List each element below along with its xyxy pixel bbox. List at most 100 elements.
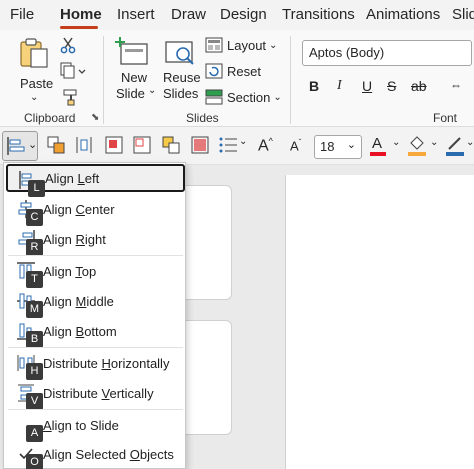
paste-button[interactable]: Paste ⌄: [14, 36, 54, 104]
slides-group-label: Slides: [186, 111, 219, 125]
copy-icon[interactable]: [60, 62, 86, 80]
section-icon: [205, 89, 223, 105]
shape-outline-icon[interactable]: [190, 135, 210, 155]
keytip-badge: R: [26, 239, 43, 256]
reset-button[interactable]: Reset: [205, 63, 261, 79]
cut-icon[interactable]: [60, 36, 76, 54]
chevron-down-icon: ⌄: [466, 137, 474, 148]
tab-file[interactable]: File: [10, 6, 34, 23]
font-color-button[interactable]: A ⌄: [370, 135, 404, 159]
italic-button[interactable]: I: [337, 78, 342, 94]
menu-item-align-right[interactable]: R Align Right: [6, 225, 185, 256]
menu-item-align-left[interactable]: L Align Left: [6, 164, 185, 197]
tab-home[interactable]: Home: [60, 6, 102, 23]
menu-item-align-top[interactable]: T Align Top: [6, 257, 185, 288]
section-label: Section: [227, 89, 271, 105]
layout-icon: [205, 37, 223, 53]
powerpoint-window: File Home Insert Draw Design Transitions…: [0, 0, 474, 469]
menu-item-label: Align Right: [43, 231, 106, 247]
group-divider: [103, 36, 104, 124]
paste-icon: [20, 38, 48, 68]
menu-item-align-to-slide[interactable]: A Align to Slide: [6, 411, 185, 442]
character-spacing-button[interactable]: ab: [411, 78, 427, 94]
format-painter-icon[interactable]: [62, 88, 80, 106]
menu-item-align-center[interactable]: C Align Center: [6, 195, 185, 226]
font-more-button[interactable]: ⇔: [450, 78, 462, 92]
strikethrough-button[interactable]: S: [387, 78, 396, 94]
menu-divider: [8, 409, 183, 410]
layout-label: Layout: [227, 37, 267, 53]
menu-item-align-selected-objects[interactable]: O Align Selected Objects: [6, 440, 185, 469]
decrease-font-size-button[interactable]: Aˇ: [290, 138, 301, 153]
increase-font-size-button[interactable]: A^: [258, 136, 273, 155]
tab-transitions[interactable]: Transitions: [282, 6, 355, 23]
menu-divider: [8, 347, 183, 348]
tab-insert[interactable]: Insert: [117, 6, 155, 23]
ribbon-home: Paste ⌄ Clipboard ⬊ New Slide ⌄ Reuse Sl…: [0, 30, 474, 127]
align-dropdown-button[interactable]: ⌄: [2, 131, 38, 161]
fill-bucket-icon: [410, 136, 424, 150]
tab-animations[interactable]: Animations: [366, 6, 440, 23]
distribute-icon[interactable]: [74, 135, 94, 155]
menu-item-align-middle[interactable]: M Align Middle: [6, 287, 185, 318]
align-menu: L Align Left C Align Center R Align Righ…: [3, 162, 186, 469]
reuse-slides-label-1: Reuse: [163, 70, 201, 85]
chevron-down-icon: ⌄: [392, 137, 401, 148]
drawing-toolbar: ⌄ ⌄ A^ Aˇ 18 ⌄ A ⌄ ⌄ ⌄: [0, 127, 474, 165]
align-left-icon: [7, 137, 25, 155]
tab-draw[interactable]: Draw: [171, 6, 206, 23]
layout-button[interactable]: Layout ⌄: [205, 37, 277, 53]
send-backward-icon[interactable]: [132, 135, 152, 155]
chevron-down-icon: ⌄: [148, 85, 157, 96]
font-size-box[interactable]: 18 ⌄: [314, 135, 362, 159]
reset-icon: [205, 63, 223, 79]
new-slide-icon: [115, 37, 148, 65]
arrange-icon[interactable]: [161, 135, 181, 155]
bullets-icon: [219, 137, 237, 153]
menu-item-align-bottom[interactable]: B Align Bottom: [6, 317, 185, 348]
menu-item-label: Distribute Horizontally: [43, 355, 170, 371]
keytip-badge: O: [26, 454, 43, 469]
keytip-badge: T: [26, 271, 43, 288]
bullets-button[interactable]: ⌄: [218, 136, 248, 156]
chevron-down-icon: ⌄: [269, 39, 278, 51]
font-name-value: Aptos (Body): [309, 45, 385, 60]
pen-color-swatch: [446, 152, 464, 156]
font-color-icon: A: [372, 135, 383, 152]
tab-slide-show[interactable]: Slid: [452, 6, 474, 23]
keytip-badge: B: [26, 331, 43, 348]
bring-forward-icon[interactable]: [104, 135, 124, 155]
menu-item-label: Align Middle: [43, 293, 114, 309]
bold-button[interactable]: B: [309, 78, 319, 94]
menu-divider: [8, 255, 183, 256]
menu-item-distribute-horizontally[interactable]: H Distribute Horizontally: [6, 349, 185, 380]
ribbon-tabs: File Home Insert Draw Design Transitions…: [0, 0, 474, 30]
new-slide-label-1: New: [121, 70, 148, 85]
reuse-slides-label-2: Slides: [163, 86, 199, 101]
chevron-down-icon: ⌄: [273, 91, 282, 103]
tab-design[interactable]: Design: [220, 6, 267, 23]
section-button[interactable]: Section ⌄: [205, 89, 282, 105]
highlight-color-button[interactable]: ⌄: [408, 135, 442, 159]
group-divider: [290, 36, 291, 124]
keytip-badge: M: [26, 301, 43, 318]
keytip-badge: C: [26, 209, 43, 226]
menu-item-label: Align Top: [43, 263, 97, 279]
chevron-down-icon: ⌄: [239, 136, 248, 147]
reuse-slides-button[interactable]: Reuse Slides: [160, 36, 201, 106]
reset-label: Reset: [227, 63, 261, 79]
underline-button[interactable]: U: [362, 78, 372, 94]
group-objects-icon[interactable]: [46, 135, 66, 155]
font-size-value: 18: [320, 139, 335, 154]
menu-item-distribute-vertically[interactable]: V Distribute Vertically: [6, 379, 185, 410]
clipboard-group-label: Clipboard: [24, 111, 76, 125]
font-color-swatch: [370, 152, 386, 156]
slide-canvas[interactable]: [285, 175, 474, 469]
reuse-slides-icon: [165, 41, 194, 65]
active-tab-indicator: [60, 26, 98, 29]
menu-item-label: Align Left: [45, 170, 100, 186]
pen-color-button[interactable]: ⌄: [446, 135, 474, 159]
new-slide-button[interactable]: New Slide ⌄: [112, 36, 156, 106]
font-name-box[interactable]: Aptos (Body): [302, 40, 472, 66]
dialog-launcher-icon[interactable]: ⬊: [91, 112, 99, 123]
